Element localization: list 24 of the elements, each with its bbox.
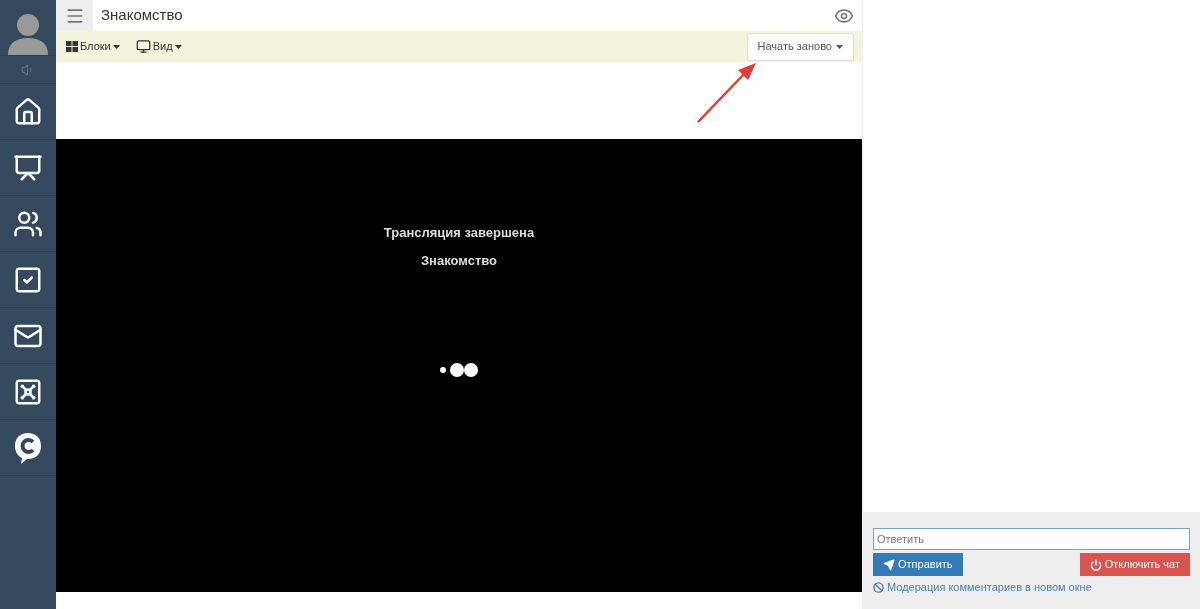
avatar-icon[interactable] [8,11,48,55]
loading-dots-icon [439,362,479,378]
toolbar-menu[interactable]: Блоки [66,38,120,55]
broadcast-status: Трансляция завершена [383,224,535,242]
grid-icon [66,41,78,52]
arrow-annotation [696,62,758,124]
toolbar-menu[interactable]: Вид [135,38,182,55]
caret-icon [112,44,120,49]
home-icon[interactable] [13,96,43,127]
menu-button[interactable] [56,0,93,31]
moderation-link[interactable]: Модерация комментариев в новом окне [873,579,1190,596]
disable-chat-button[interactable]: Отключить чат [1079,553,1190,576]
page-title: Знакомство [101,5,183,26]
ban-icon [873,581,884,593]
caret-icon [174,44,182,49]
monitor-icon [135,39,151,54]
caret-icon [836,44,843,49]
send-icon [883,558,895,571]
restart-button[interactable]: Начать заново [746,32,854,61]
broadcast-title: Знакомство [420,251,498,270]
send-button[interactable]: Отправить [873,553,963,576]
chat-icon[interactable] [14,431,42,464]
power-icon [1089,558,1102,571]
reply-field[interactable]: Ответить [873,528,1190,550]
